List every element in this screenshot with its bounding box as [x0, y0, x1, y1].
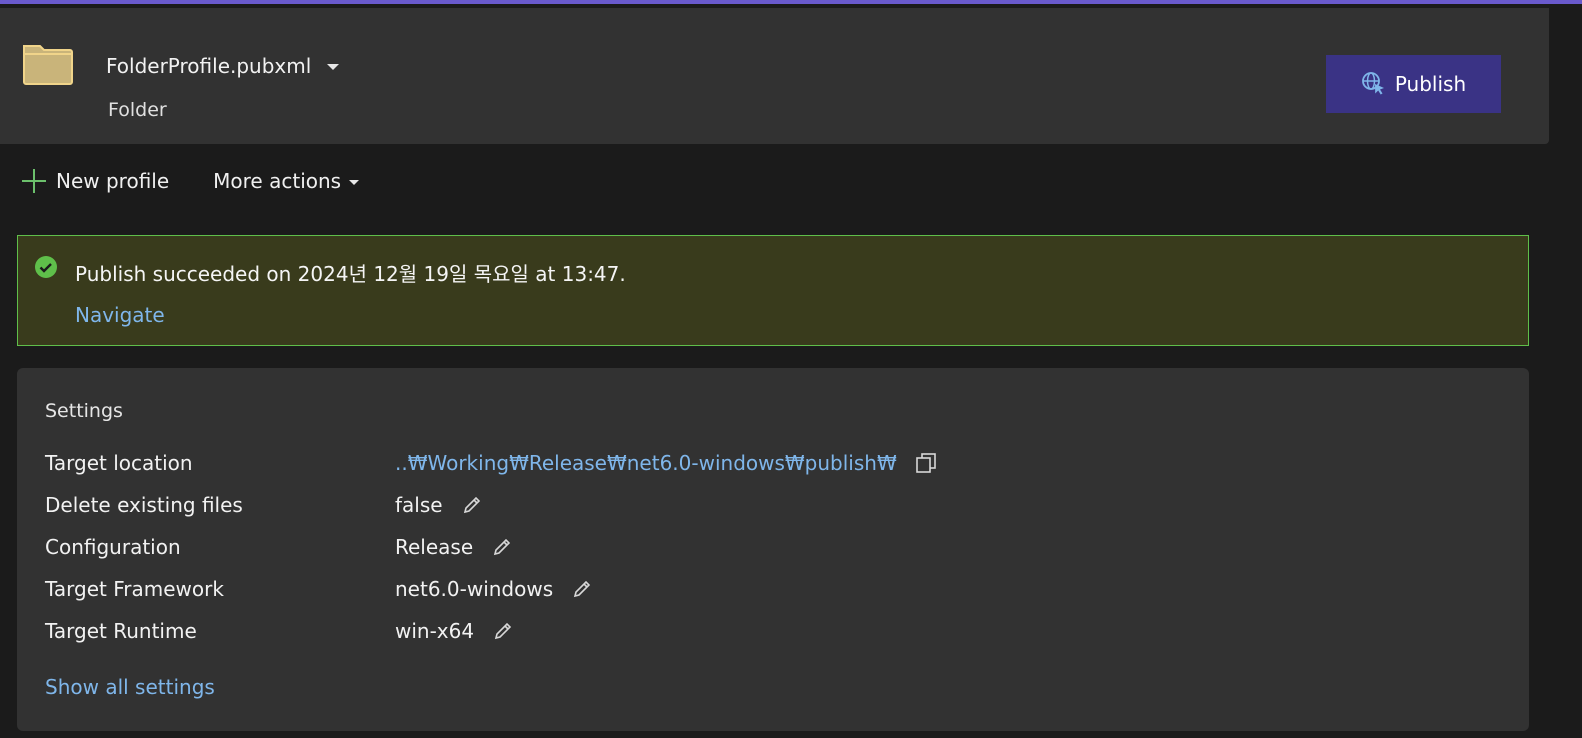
more-actions-label: More actions	[213, 169, 342, 193]
setting-value-container: win-x64	[395, 619, 514, 643]
edit-icon[interactable]	[491, 536, 513, 558]
target-location-link[interactable]: ..₩Working₩Release₩net6.0-windows₩publis…	[395, 451, 897, 475]
new-profile-label: New profile	[56, 169, 170, 193]
setting-value: false	[395, 493, 443, 517]
edit-icon[interactable]	[492, 620, 514, 642]
setting-row-target-runtime: Target Runtime win-x64	[45, 616, 1445, 646]
setting-label: Delete existing files	[45, 493, 243, 517]
check-circle-icon	[35, 256, 57, 278]
chevron-down-icon	[349, 179, 360, 185]
edit-icon[interactable]	[571, 578, 593, 600]
settings-panel: Settings Target location ..₩Working₩Rele…	[17, 368, 1529, 731]
setting-row-target-location: Target location ..₩Working₩Release₩net6.…	[45, 448, 1445, 478]
edit-icon[interactable]	[461, 494, 483, 516]
setting-value-container: net6.0-windows	[395, 577, 593, 601]
setting-label: Target Runtime	[45, 619, 197, 643]
setting-value: Release	[395, 535, 474, 559]
setting-label: Configuration	[45, 535, 181, 559]
chevron-down-icon	[327, 64, 340, 70]
new-profile-button[interactable]: New profile	[22, 169, 169, 193]
profile-selector[interactable]: FolderProfile.pubxml	[106, 54, 340, 78]
top-accent-bar	[0, 0, 1582, 4]
setting-label: Target location	[45, 451, 193, 475]
setting-value-container: Release	[395, 535, 513, 559]
globe-cursor-icon	[1361, 72, 1384, 95]
show-all-settings-link[interactable]: Show all settings	[45, 675, 215, 699]
publish-button-label: Publish	[1394, 72, 1467, 96]
setting-row-target-framework: Target Framework net6.0-windows	[45, 574, 1445, 604]
profile-type: Folder	[108, 99, 167, 121]
settings-title: Settings	[45, 400, 123, 422]
setting-value-container: false	[395, 493, 483, 517]
setting-value: net6.0-windows	[395, 577, 554, 601]
setting-value: win-x64	[395, 619, 475, 643]
setting-value-container: ..₩Working₩Release₩net6.0-windows₩publis…	[395, 451, 937, 475]
folder-icon	[23, 45, 73, 85]
copy-icon[interactable]	[915, 452, 937, 474]
plus-icon	[22, 169, 46, 193]
navigate-link[interactable]: Navigate	[75, 303, 165, 327]
setting-row-delete-existing-files: Delete existing files false	[45, 490, 1445, 520]
setting-label: Target Framework	[45, 577, 224, 601]
setting-row-configuration: Configuration Release	[45, 532, 1445, 562]
publish-button[interactable]: Publish	[1326, 55, 1501, 113]
more-actions-menu[interactable]: More actions	[213, 169, 360, 193]
success-message: Publish succeeded on 2024년 12월 19일 목요일 a…	[75, 262, 626, 286]
success-banner: Publish succeeded on 2024년 12월 19일 목요일 a…	[17, 235, 1529, 346]
actions-row: New profile More actions	[22, 166, 360, 196]
profile-name: FolderProfile.pubxml	[106, 54, 312, 78]
profile-header: FolderProfile.pubxml Folder Publish	[0, 8, 1549, 144]
